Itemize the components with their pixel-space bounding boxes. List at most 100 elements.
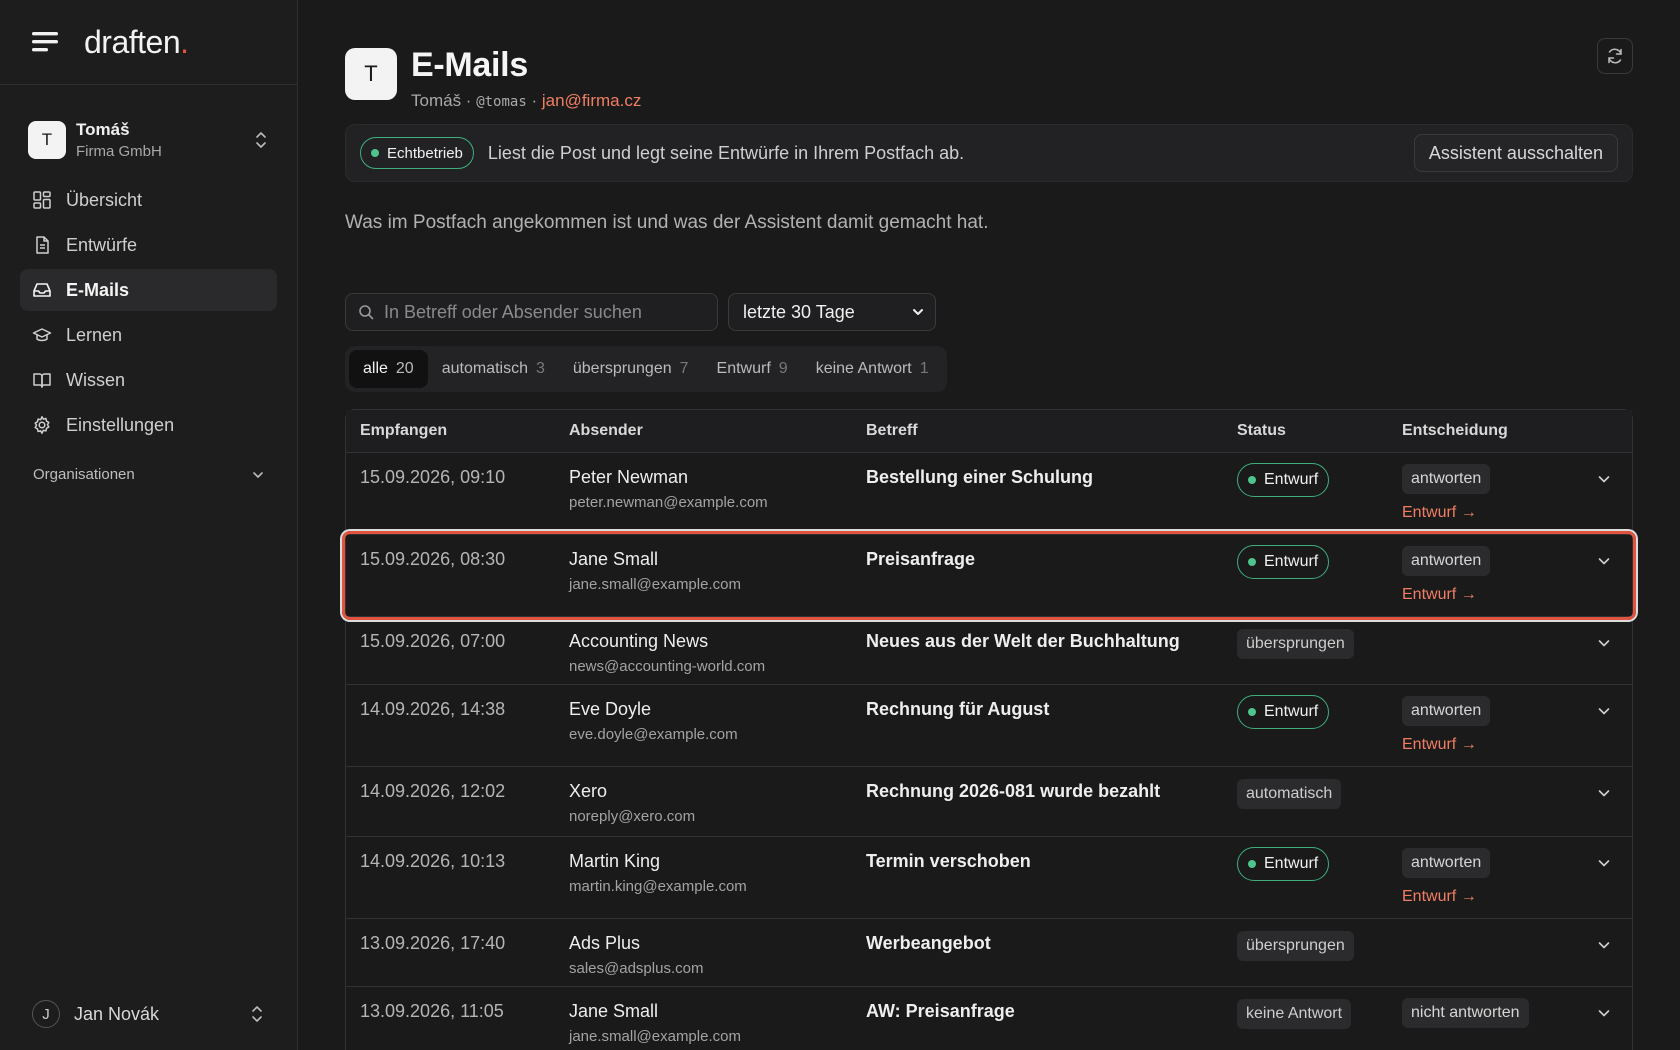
document-icon	[36, 236, 49, 254]
table-row[interactable]: 14.09.2026, 10:13 Martin King martin.king@…	[346, 837, 1632, 919]
status-badge: übersprungen	[1237, 931, 1354, 961]
status-label: Entwurf	[1264, 553, 1319, 570]
main-content: T E-Mails Tomáš · @tomas · jan@firma.cz …	[342, 0, 1636, 1050]
tab-automatic[interactable]: automatisch 3	[428, 350, 559, 388]
column-received[interactable]: Empfangen	[360, 422, 447, 440]
page-subtitle: Tomáš · @tomas · jan@firma.cz	[411, 91, 641, 111]
email-subject: AW: Preisanfrage	[866, 1001, 1015, 1021]
search-input[interactable]: In Betreff oder Absender suchen	[345, 293, 718, 331]
table-row[interactable]: 14.09.2026, 14:38 Eve Doyle eve.doyle@exam…	[346, 685, 1632, 767]
inbox-icon	[33, 283, 51, 297]
page-header: T E-Mails Tomáš · @tomas · jan@firma.cz	[345, 46, 641, 111]
tab-label: übersprungen	[572, 360, 672, 377]
refresh-button[interactable]	[1597, 38, 1633, 74]
organizations-toggle[interactable]: Organisationen	[0, 466, 297, 483]
table-body: 15.09.2026, 09:10 Peter Newman peter.newma…	[342, 453, 1636, 1050]
organizations-label: Organisationen	[33, 466, 135, 483]
email-subject: Rechnung für August	[866, 699, 1050, 719]
sidebar-item-label: Übersicht	[66, 189, 143, 210]
sender-cell: Jane Small jane.small@example.com	[569, 1001, 741, 1045]
sender-name: Martin King	[569, 851, 661, 871]
chevron-down-icon[interactable]	[1596, 703, 1612, 719]
refresh-icon	[1608, 48, 1622, 64]
tab-label: automatisch	[441, 360, 528, 377]
chevron-down-icon[interactable]	[1596, 1005, 1612, 1021]
column-status[interactable]: Status	[1237, 422, 1286, 440]
email-subject: Rechnung 2026-081 wurde bezahlt	[866, 781, 1161, 801]
column-subject[interactable]: Betreff	[866, 422, 918, 440]
table-row[interactable]: 14.09.2026, 12:02 Xero noreply@xero.com Rec…	[346, 767, 1632, 837]
page-title: E-Mails	[411, 46, 528, 84]
sidebar-item-overview[interactable]: Übersicht	[20, 179, 277, 221]
chevron-down-icon[interactable]	[1596, 937, 1612, 953]
org-switcher[interactable]: T Tomáš Firma GmbH	[0, 117, 297, 163]
column-decision[interactable]: Entscheidung	[1402, 422, 1508, 440]
status-filter-tabs: alle 20 automatisch 3 übersprungen 7 Entwur…	[345, 346, 947, 392]
tab-all[interactable]: alle 20	[349, 350, 428, 388]
open-draft-link[interactable]: Entwurf →	[1402, 736, 1490, 754]
open-draft-link[interactable]: Entwurf →	[1402, 586, 1490, 604]
chevron-down-icon[interactable]	[1596, 785, 1612, 801]
date-range-value: letzte 30 Tage	[743, 301, 855, 322]
sender-cell: Xero noreply@xero.com	[569, 781, 695, 825]
sender-cell: Eve Doyle eve.doyle@example.com	[569, 699, 738, 743]
status-cell: übersprungen	[1237, 629, 1354, 659]
chevron-down-icon[interactable]	[1596, 635, 1612, 651]
mode-banner: Echtbetrieb Liest die Post und legt sein…	[345, 124, 1633, 182]
sidebar-item-drafts[interactable]: Entwürfe	[20, 224, 277, 266]
tab-count: 7	[679, 360, 689, 377]
table-row[interactable]: 13.09.2026, 17:40 Ads Plus sales@adsplus.c…	[346, 919, 1632, 987]
status-dot	[1248, 476, 1256, 484]
email-subject: Termin verschoben	[866, 851, 1031, 871]
sidebar-item-label: Wissen	[66, 369, 126, 390]
received-date: 13.09.2026, 11:05	[360, 1001, 504, 1021]
separator: ·	[526, 91, 542, 110]
tab-skipped[interactable]: übersprungen 7	[559, 350, 703, 388]
status-cell: keine Antwort	[1237, 999, 1352, 1029]
table-row[interactable]: 15.09.2026, 08:30 Jane Small jane.small@ex…	[342, 531, 1636, 620]
disable-assistant-button[interactable]: Assistent ausschalten	[1413, 134, 1618, 172]
sender-name: Peter Newman	[569, 467, 689, 487]
table-row[interactable]: 15.09.2026, 09:10 Peter Newman peter.newma…	[346, 453, 1632, 535]
chevron-up-down-icon	[256, 132, 266, 148]
table-row[interactable]: 13.09.2026, 11:05 Jane Small jane.small@ex…	[346, 987, 1632, 1050]
menu-icon[interactable]	[32, 31, 60, 53]
date-range-select[interactable]: letzte 30 Tage	[728, 293, 936, 331]
sender-email: sales@adsplus.com	[569, 960, 704, 977]
book-icon	[33, 373, 51, 388]
brand-logo[interactable]: draften.	[84, 24, 189, 61]
email-subject: Preisanfrage	[866, 549, 976, 569]
assistant-email-link[interactable]: jan@firma.cz	[542, 91, 641, 110]
chevron-down-icon[interactable]	[1596, 471, 1612, 487]
table-row[interactable]: 15.09.2026, 07:00 Accounting News news@acc…	[346, 617, 1632, 685]
sidebar-item-knowledge[interactable]: Wissen	[20, 359, 277, 401]
decision-badge: antworten	[1402, 546, 1491, 576]
chevron-down-icon[interactable]	[1596, 553, 1612, 569]
open-draft-link[interactable]: Entwurf →	[1402, 888, 1490, 906]
sender-cell: Jane Small jane.small@example.com	[569, 549, 741, 593]
sender-email: eve.doyle@example.com	[569, 726, 738, 743]
sidebar-item-emails[interactable]: E-Mails	[20, 269, 277, 311]
tab-count: 3	[535, 360, 545, 377]
emails-table: Empfangen Absender Betreff Status Entsch…	[342, 409, 1636, 1050]
received-date: 14.09.2026, 14:38	[360, 699, 506, 719]
sender-name: Jane Small	[569, 549, 659, 569]
received-date: 15.09.2026, 08:30	[360, 549, 506, 569]
status-badge: keine Antwort	[1237, 999, 1352, 1029]
sender-email: noreply@xero.com	[569, 808, 696, 825]
user-avatar: J	[32, 1000, 60, 1028]
table-header: Empfangen Absender Betreff Status Entsch…	[346, 410, 1632, 453]
column-sender[interactable]: Absender	[569, 422, 643, 440]
tab-draft[interactable]: Entwurf 9	[703, 350, 802, 388]
live-mode-badge: Echtbetrieb	[360, 137, 474, 169]
sender-email: jane.small@example.com	[569, 576, 741, 593]
open-draft-link[interactable]: Entwurf →	[1402, 504, 1490, 522]
sidebar-item-settings[interactable]: Einstellungen	[20, 404, 277, 446]
sidebar-item-learn[interactable]: Lernen	[20, 314, 277, 356]
chevron-down-icon[interactable]	[1596, 855, 1612, 871]
tab-no-reply[interactable]: keine Antwort 1	[802, 350, 943, 388]
decision-cell: antworten Entwurf →	[1402, 848, 1491, 906]
sender-name: Xero	[569, 781, 608, 801]
gear-icon	[34, 416, 50, 434]
user-menu[interactable]: J Jan Novák	[32, 1000, 265, 1028]
